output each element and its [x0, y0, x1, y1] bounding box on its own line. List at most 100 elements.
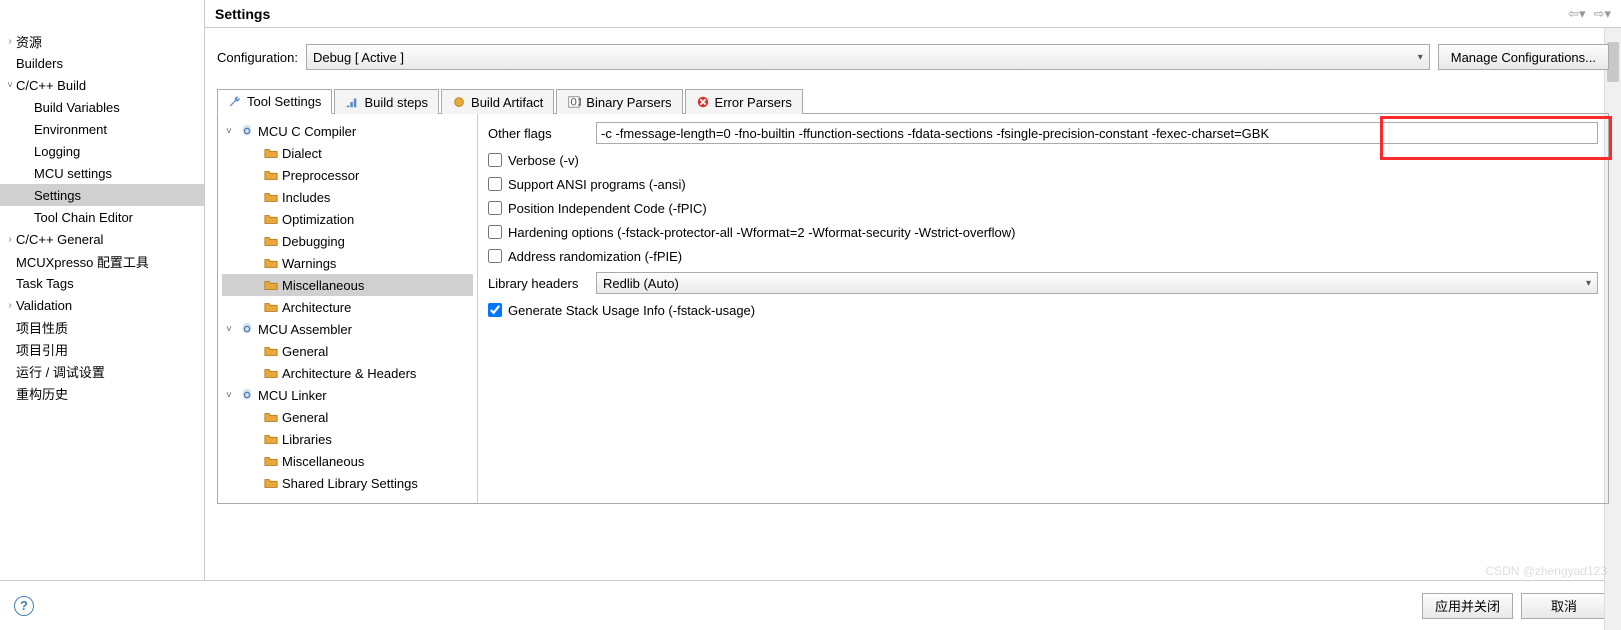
back-icon[interactable]: ⇦▾ — [1568, 6, 1585, 22]
tool-tree-item[interactable]: Shared Library Settings — [222, 472, 473, 494]
tool-tree: ˅MCU C Compiler Dialect Preprocessor Includ… — [218, 114, 478, 503]
option-row: Support ANSI programs (-ansi) — [488, 172, 1598, 196]
nav-item[interactable]: Environment — [0, 118, 204, 140]
nav-item[interactable]: Builders — [0, 52, 204, 74]
tool-tree-label: Dialect — [282, 146, 322, 161]
nav-item[interactable]: 重构历史 — [0, 382, 204, 404]
option-checkbox[interactable] — [488, 225, 502, 239]
expand-arrow-icon: ˅ — [226, 324, 236, 335]
tool-tree-item[interactable]: Debugging — [222, 230, 473, 252]
nav-item[interactable]: Logging — [0, 140, 204, 162]
nav-item-label: Build Variables — [34, 100, 120, 115]
nav-item[interactable]: 运行 / 调试设置 — [0, 360, 204, 382]
tool-tree-label: Libraries — [282, 432, 332, 447]
nav-item[interactable]: 项目性质 — [0, 316, 204, 338]
nav-item[interactable]: ›资源 — [0, 30, 204, 52]
tab-build-artifact[interactable]: Build Artifact — [441, 89, 554, 114]
tab-label: Binary Parsers — [586, 95, 671, 110]
nav-item[interactable]: Tool Chain Editor — [0, 206, 204, 228]
option-checkbox[interactable] — [488, 249, 502, 263]
tab-binary-parsers[interactable]: 01 Binary Parsers — [556, 89, 682, 114]
tool-tree-label: MCU Linker — [258, 388, 327, 403]
nav-item-label: C/C++ General — [16, 232, 103, 247]
nav-item-label: 项目引用 — [16, 340, 68, 359]
tool-tree-item[interactable]: General — [222, 340, 473, 362]
tool-tree-label: Miscellaneous — [282, 278, 364, 293]
nav-item-label: Validation — [16, 298, 72, 313]
nav-item[interactable]: ›C/C++ General — [0, 228, 204, 250]
configuration-value: Debug [ Active ] — [313, 50, 404, 65]
nav-item[interactable]: 项目引用 — [0, 338, 204, 360]
generate-stack-usage-checkbox[interactable] — [488, 303, 502, 317]
tabs: Tool Settings Build steps Build Artifact 01… — [217, 88, 1609, 114]
tool-tree-label: Architecture — [282, 300, 351, 315]
option-checkbox[interactable] — [488, 153, 502, 167]
option-label: Position Independent Code (-fPIC) — [508, 201, 707, 216]
configuration-label: Configuration: — [217, 50, 298, 65]
tab-label: Build Artifact — [471, 95, 543, 110]
header-nav-icons: ⇦▾ ⇨▾ — [1568, 6, 1611, 22]
tab-label: Tool Settings — [247, 94, 321, 109]
tool-tree-item[interactable]: General — [222, 406, 473, 428]
option-checkbox[interactable] — [488, 177, 502, 191]
tool-tree-label: Architecture & Headers — [282, 366, 416, 381]
tab-build-steps[interactable]: Build steps — [334, 89, 439, 114]
header: Settings ⇦▾ ⇨▾ — [205, 0, 1621, 28]
tool-tree-item[interactable]: Warnings — [222, 252, 473, 274]
filter-box[interactable] — [0, 6, 204, 30]
generate-stack-usage-label: Generate Stack Usage Info (-fstack-usage… — [508, 303, 755, 318]
right-panel: Settings ⇦▾ ⇨▾ Configuration: Debug [ Ac… — [205, 0, 1621, 580]
tab-label: Build steps — [364, 95, 428, 110]
tab-label: Error Parsers — [715, 95, 792, 110]
tool-tree-item[interactable]: Dialect — [222, 142, 473, 164]
tool-tree-item[interactable]: ˅ MCU Linker — [222, 384, 473, 406]
other-flags-input[interactable] — [596, 122, 1598, 144]
nav-item-label: 资源 — [16, 32, 42, 51]
nav-item-label: Logging — [34, 144, 80, 159]
page-title: Settings — [215, 6, 270, 22]
apply-close-button[interactable]: 应用并关闭 — [1422, 593, 1513, 619]
nav-item-label: Settings — [34, 188, 81, 203]
tool-tree-item[interactable]: Preprocessor — [222, 164, 473, 186]
nav-item-label: 项目性质 — [16, 318, 68, 337]
nav-item[interactable]: MCUXpresso 配置工具 — [0, 250, 204, 272]
option-row: Verbose (-v) — [488, 148, 1598, 172]
library-headers-select[interactable]: Redlib (Auto) ▾ — [596, 272, 1598, 294]
nav-item-label: 重构历史 — [16, 384, 68, 403]
expand-arrow-icon: › — [4, 300, 16, 311]
chevron-down-icon: ▾ — [1418, 52, 1423, 63]
expand-arrow-icon: › — [4, 36, 16, 47]
nav-item[interactable]: ˅C/C++ Build — [0, 74, 204, 96]
tool-tree-label: Preprocessor — [282, 168, 359, 183]
tool-tree-item[interactable]: Includes — [222, 186, 473, 208]
tab-tool-settings[interactable]: Tool Settings — [217, 89, 332, 114]
nav-item[interactable]: Build Variables — [0, 96, 204, 118]
tool-tree-item[interactable]: Architecture & Headers — [222, 362, 473, 384]
tool-tree-item[interactable]: Miscellaneous — [222, 450, 473, 472]
option-row: Hardening options (-fstack-protector-all… — [488, 220, 1598, 244]
manage-configurations-button[interactable]: Manage Configurations... — [1438, 44, 1609, 70]
help-icon[interactable]: ? — [14, 596, 34, 616]
tool-tree-item[interactable]: ˅MCU C Compiler — [222, 120, 473, 142]
tool-tree-item[interactable]: Libraries — [222, 428, 473, 450]
expand-arrow-icon: ˅ — [226, 390, 236, 401]
svg-text:01: 01 — [571, 97, 582, 109]
configuration-select[interactable]: Debug [ Active ] ▾ — [306, 44, 1430, 70]
option-label: Support ANSI programs (-ansi) — [508, 177, 686, 192]
tool-tree-label: General — [282, 344, 328, 359]
content-area: Configuration: Debug [ Active ] ▾ Manage… — [205, 28, 1621, 580]
tool-tree-item[interactable]: Architecture — [222, 296, 473, 318]
cancel-button[interactable]: 取消 — [1521, 593, 1607, 619]
nav-item[interactable]: MCU settings — [0, 162, 204, 184]
nav-item[interactable]: Task Tags — [0, 272, 204, 294]
tool-tree-item[interactable]: Optimization — [222, 208, 473, 230]
nav-item[interactable]: Settings — [0, 184, 204, 206]
forward-icon[interactable]: ⇨▾ — [1594, 6, 1611, 22]
tab-error-parsers[interactable]: Error Parsers — [685, 89, 803, 114]
tool-tree-item[interactable]: ˅MCU Assembler — [222, 318, 473, 340]
tool-tree-item[interactable]: Miscellaneous — [222, 274, 473, 296]
option-checkbox[interactable] — [488, 201, 502, 215]
nav-item[interactable]: ›Validation — [0, 294, 204, 316]
footer: ? 应用并关闭 取消 — [0, 580, 1621, 630]
tool-tree-label: Includes — [282, 190, 330, 205]
